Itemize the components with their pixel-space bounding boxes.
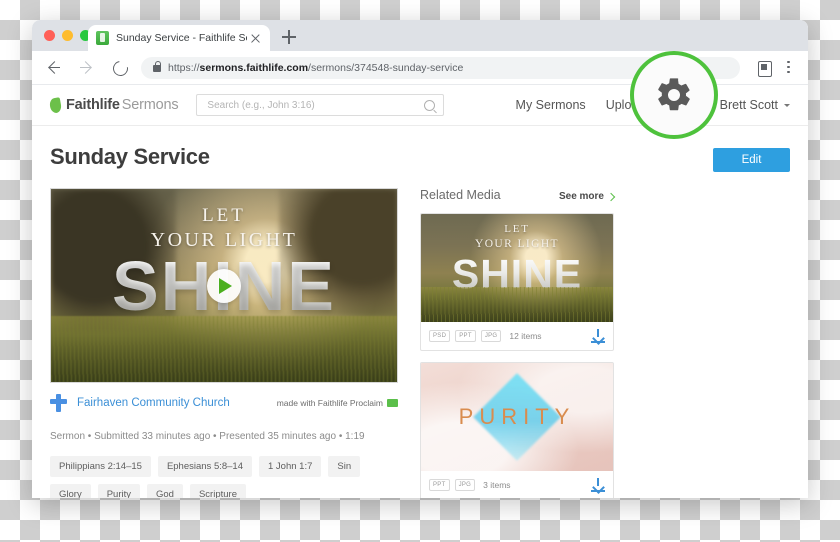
format-badge: PPT	[455, 330, 476, 342]
media-thumbnail-shine[interactable]: LET YOUR LIGHT SHINE	[421, 214, 613, 322]
browser-tabstrip: Sunday Service - Faithlife Serm	[32, 20, 808, 51]
gear-icon[interactable]	[654, 75, 694, 115]
media-card-footer: PSD PPT JPG 12 items	[421, 322, 613, 350]
church-link[interactable]: Fairhaven Community Church	[77, 397, 230, 409]
tag-item[interactable]: Purity	[97, 484, 140, 498]
tab-title: Sunday Service - Faithlife Serm	[116, 32, 247, 44]
tag-item[interactable]: Sin	[328, 456, 361, 477]
sermon-byline: Fairhaven Community Church made with Fai…	[50, 394, 398, 412]
play-button[interactable]	[207, 268, 241, 303]
logo-product: Sermons	[121, 97, 179, 113]
page-title: Sunday Service	[50, 144, 210, 169]
media-card[interactable]: LET YOUR LIGHT SHINE PSD PPT JPG 12 item…	[420, 213, 614, 351]
reload-icon[interactable]	[108, 56, 132, 80]
tag-item[interactable]: Ephesians 5:8–14	[157, 456, 252, 477]
url-scheme: https://	[168, 61, 200, 74]
chevron-right-icon	[606, 192, 616, 201]
tag-item[interactable]: Glory	[50, 484, 91, 498]
user-name: Brett Scott	[719, 98, 778, 112]
address-bar-text: https://sermons.faithlife.com/sermons/37…	[168, 62, 463, 74]
format-badge: JPG	[480, 330, 502, 342]
related-media-title: Related Media	[420, 188, 501, 202]
tag-item[interactable]: Philippians 2:14–15	[50, 456, 151, 477]
lock-icon	[153, 61, 162, 72]
window-controls[interactable]	[44, 30, 91, 41]
chrome-menu-icon[interactable]	[778, 58, 798, 78]
media-card-footer: PPT JPG 3 items	[421, 471, 613, 498]
tag-item[interactable]: God	[147, 484, 183, 498]
media-card[interactable]: PURITY PPT JPG 3 items	[420, 362, 614, 498]
made-with-note: made with Faithlife Proclaim	[277, 398, 398, 408]
format-badge: PPT	[429, 479, 450, 491]
content-columns: LET YOUR LIGHT SHINE Fairhaven Community…	[50, 188, 790, 498]
forward-arrow-icon[interactable]	[75, 56, 99, 80]
faithlife-icon	[96, 31, 109, 45]
browser-tab[interactable]: Sunday Service - Faithlife Serm	[88, 25, 270, 51]
sermon-tags: Philippians 2:14–15 Ephesians 5:8–14 1 J…	[50, 456, 380, 498]
flame-icon	[48, 96, 63, 114]
tag-item[interactable]: Scripture	[189, 484, 246, 498]
minimize-window-button[interactable]	[62, 30, 73, 41]
media-grass	[421, 287, 613, 322]
related-media-column: Related Media See more LET YOUR LIGHT SH…	[420, 188, 616, 498]
see-more-link[interactable]: See more	[558, 191, 616, 202]
url-path: /sermons/374548-sunday-service	[308, 61, 464, 74]
close-window-button[interactable]	[44, 30, 55, 41]
back-arrow-icon[interactable]	[42, 56, 66, 80]
download-icon[interactable]	[591, 329, 605, 343]
media-line-1: LET	[504, 223, 530, 235]
media-line-2: YOUR LIGHT	[475, 238, 559, 250]
item-count: 12 items	[509, 331, 542, 341]
close-tab-icon[interactable]	[249, 32, 262, 45]
url-host: sermons.faithlife.com	[199, 61, 309, 74]
cross-icon	[50, 394, 67, 412]
media-word: PURITY	[458, 404, 576, 429]
new-tab-button[interactable]	[282, 30, 296, 44]
main-column: LET YOUR LIGHT SHINE Fairhaven Community…	[50, 188, 398, 498]
search-input[interactable]	[205, 98, 425, 112]
tag-item[interactable]: 1 John 1:7	[259, 456, 322, 477]
item-count: 3 items	[483, 480, 511, 490]
related-media-header: Related Media See more	[420, 188, 616, 202]
sermon-meta: Sermon • Submitted 33 minutes ago • Pres…	[50, 431, 365, 442]
see-more-label: See more	[558, 191, 604, 202]
page-header: Sunday Service Edit	[50, 144, 790, 172]
proclaim-icon	[387, 399, 398, 407]
format-badge: JPG	[454, 479, 476, 491]
search-icon[interactable]	[424, 99, 436, 111]
edit-button[interactable]: Edit	[713, 148, 790, 172]
download-icon[interactable]	[591, 478, 605, 492]
hero-grass	[51, 316, 397, 382]
made-with-label: made with Faithlife Proclaim	[276, 398, 383, 408]
install-app-icon[interactable]	[754, 58, 774, 78]
sermon-video-thumbnail[interactable]: LET YOUR LIGHT SHINE	[50, 188, 398, 383]
web-page: Faithlife Sermons My Sermons Upload Serm…	[32, 85, 808, 498]
media-thumbnail-purity[interactable]: PURITY	[421, 363, 613, 471]
logo-brand: Faithlife	[66, 97, 120, 113]
page-body: Sunday Service Edit LET YOUR LIGHT Fairh…	[32, 126, 808, 498]
site-logo[interactable]: Faithlife Sermons	[48, 96, 179, 114]
settings-highlight-ring[interactable]	[630, 51, 718, 139]
chevron-down-icon	[784, 103, 790, 107]
format-badge: PSD	[429, 330, 451, 342]
screenshot-stage: Sunday Service - Faithlife Serm https://…	[0, 0, 840, 542]
nav-link-my-sermons[interactable]: My Sermons	[516, 98, 586, 112]
search-box[interactable]	[196, 94, 445, 116]
